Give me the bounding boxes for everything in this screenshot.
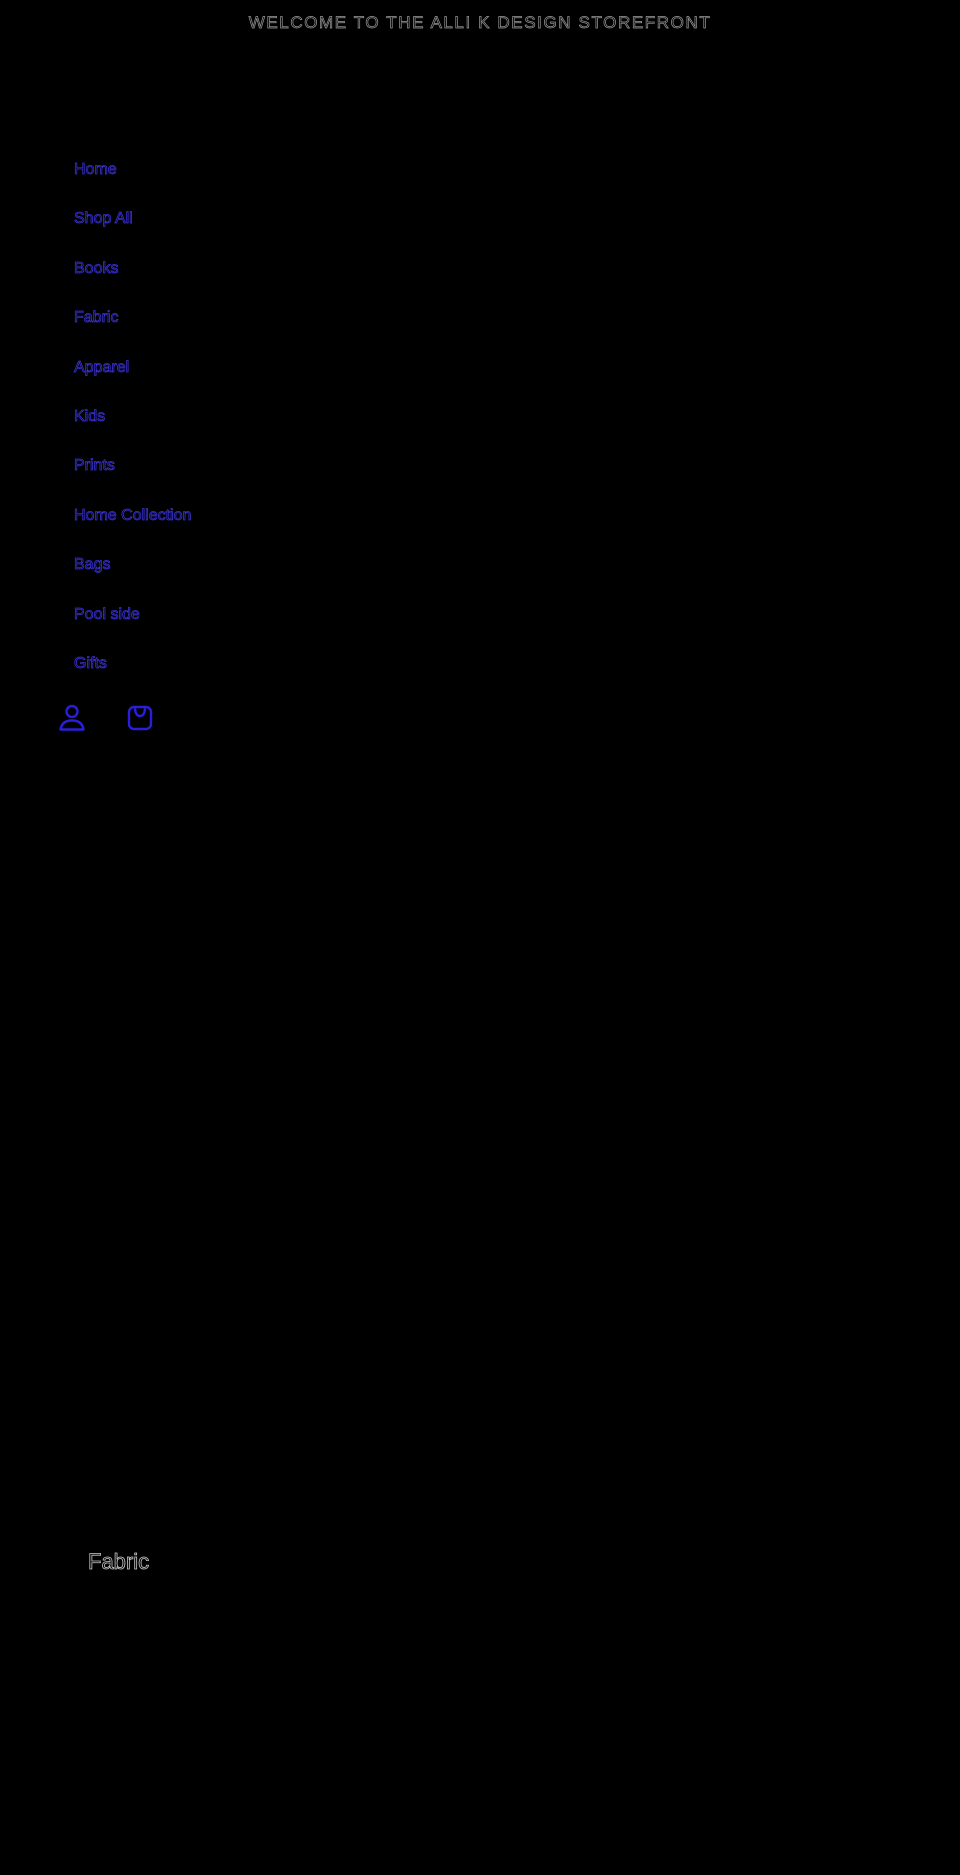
main-nav: Home Shop All Books Fabric Apparel Kids …	[74, 158, 192, 701]
cart-icon	[127, 705, 153, 731]
nav-item-gifts[interactable]: Gifts	[74, 652, 191, 701]
announcement-text: WELCOME TO THE ALLI K DESIGN STOREFRONT	[248, 13, 712, 33]
nav-item-home[interactable]: Home	[74, 158, 191, 207]
header-icons	[58, 703, 154, 731]
nav-item-fabric[interactable]: Fabric	[74, 306, 191, 355]
nav-item-kids[interactable]: Kids	[74, 405, 191, 454]
collection-title: Fabric	[88, 1549, 150, 1575]
cart-button[interactable]	[126, 703, 154, 731]
nav-item-bags[interactable]: Bags	[74, 553, 191, 602]
nav-item-pool-side[interactable]: Pool side	[74, 603, 191, 652]
account-button[interactable]	[58, 703, 86, 731]
announcement-bar: WELCOME TO THE ALLI K DESIGN STOREFRONT	[0, 0, 960, 46]
nav-item-shop-all[interactable]: Shop All	[74, 207, 191, 256]
account-icon	[59, 704, 85, 731]
nav-item-prints[interactable]: Prints	[74, 454, 191, 503]
nav-item-apparel[interactable]: Apparel	[74, 356, 191, 405]
nav-item-books[interactable]: Books	[74, 257, 191, 306]
nav-item-home-collection[interactable]: Home Collection	[74, 504, 192, 553]
